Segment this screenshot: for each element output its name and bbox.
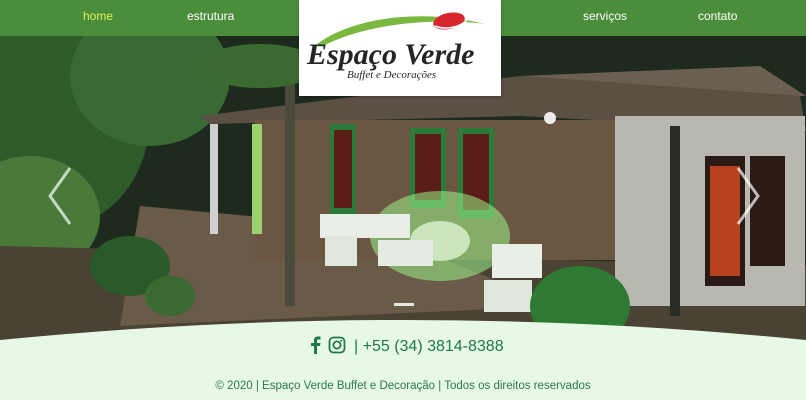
copyright-text: © 2020 | Espaço Verde Buffet e Decoração…	[215, 380, 591, 392]
nav-home[interactable]: home	[83, 9, 113, 23]
slider-prev-button[interactable]	[40, 156, 80, 236]
instagram-icon[interactable]	[328, 336, 346, 359]
contact-row: | +55 (34) 3814-8388	[308, 336, 504, 358]
slider-next-button[interactable]	[728, 156, 768, 236]
site-logo[interactable]: Espaço Verde Buffet e Decorações	[299, 0, 501, 96]
logo-title: Espaço Verde	[306, 38, 475, 71]
slide-indicator[interactable]	[394, 303, 414, 306]
chevron-right-icon	[736, 167, 760, 225]
logo-subtitle: Buffet e Decorações	[347, 69, 436, 81]
facebook-icon[interactable]	[308, 336, 322, 359]
nav-contato[interactable]: contato	[698, 9, 737, 23]
nav-estrutura[interactable]: estrutura	[187, 9, 234, 23]
logo-graphic: Espaço Verde Buffet e Decorações	[306, 12, 485, 81]
phone-number[interactable]: | +55 (34) 3814-8388	[354, 338, 504, 356]
chevron-left-icon	[48, 167, 72, 225]
nav-servicos[interactable]: serviços	[583, 9, 627, 23]
